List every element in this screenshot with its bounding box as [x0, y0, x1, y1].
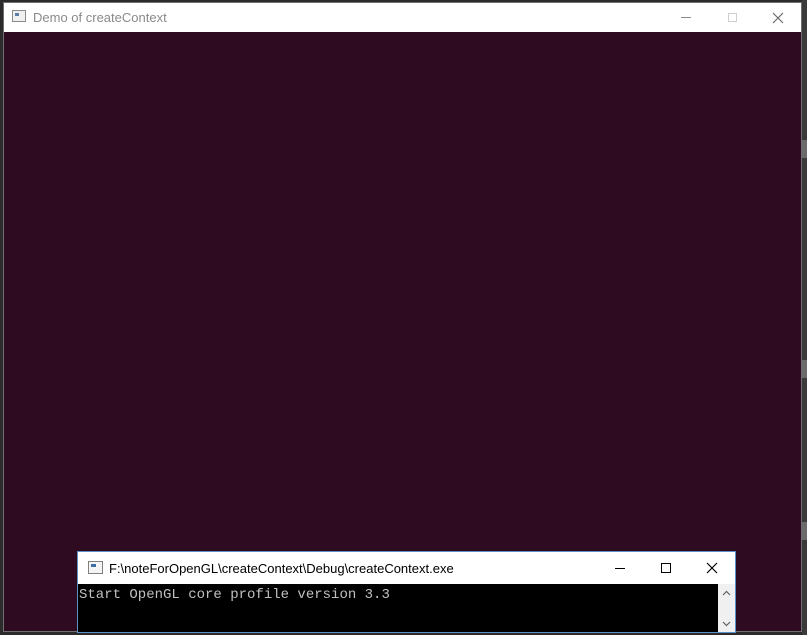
gl-window: Demo of createContext — [3, 2, 802, 632]
minimize-icon — [615, 567, 625, 569]
maximize-icon — [727, 13, 737, 22]
console-maximize-button[interactable] — [643, 553, 689, 583]
console-title: F:\noteForOpenGL\createContext\Debug\cre… — [109, 561, 454, 576]
background-window-edge — [802, 522, 807, 540]
console-output-text: Start OpenGL core profile version 3.3 — [79, 587, 390, 603]
chevron-up-icon — [722, 590, 731, 595]
maximize-icon — [661, 563, 671, 573]
background-window-edge — [802, 140, 807, 158]
close-icon — [706, 562, 718, 574]
gl-render-area[interactable] — [4, 32, 801, 631]
console-titlebar[interactable]: F:\noteForOpenGL\createContext\Debug\cre… — [78, 552, 735, 584]
console-scrollbar[interactable] — [718, 584, 735, 632]
console-minimize-button[interactable] — [597, 553, 643, 583]
scroll-up-button[interactable] — [718, 584, 735, 601]
chevron-down-icon — [722, 621, 731, 626]
gl-minimize-button[interactable] — [663, 3, 709, 32]
scroll-down-button[interactable] — [718, 615, 735, 632]
close-icon — [772, 12, 784, 23]
gl-window-title: Demo of createContext — [33, 10, 167, 25]
console-close-button[interactable] — [689, 553, 735, 583]
gl-close-button[interactable] — [755, 3, 801, 32]
gl-window-titlebar[interactable]: Demo of createContext — [4, 3, 801, 33]
background-window-edge — [802, 360, 807, 378]
gl-maximize-button[interactable] — [709, 3, 755, 32]
console-output-area[interactable]: Start OpenGL core profile version 3.3 — [78, 584, 735, 632]
window-app-icon[interactable] — [12, 10, 26, 22]
minimize-icon — [681, 17, 691, 18]
console-window: F:\noteForOpenGL\createContext\Debug\cre… — [77, 551, 736, 633]
window-app-icon[interactable] — [88, 561, 103, 574]
